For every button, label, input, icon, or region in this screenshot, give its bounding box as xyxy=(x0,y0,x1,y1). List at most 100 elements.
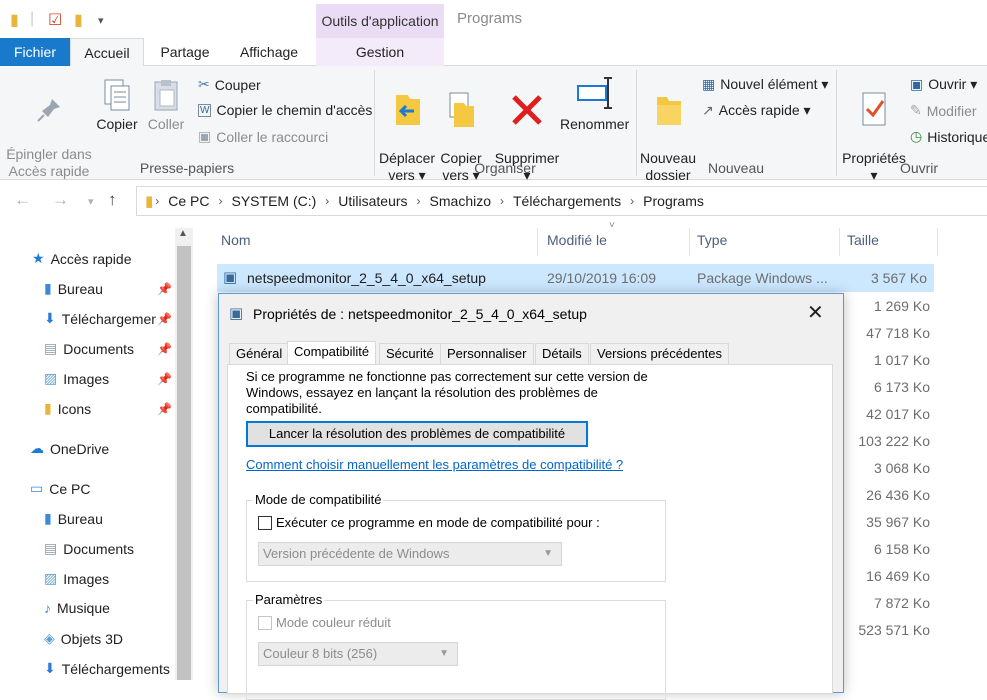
group-separator xyxy=(836,70,837,176)
copy-icon xyxy=(104,79,130,111)
history-button[interactable]: ◷ Historique xyxy=(910,128,987,145)
forward-arrow-icon[interactable]: → xyxy=(52,190,69,210)
column-divider[interactable] xyxy=(689,228,690,256)
chevron-right-icon[interactable]: › xyxy=(325,194,329,208)
cut-label: Couper xyxy=(214,76,261,93)
properties-quick-icon[interactable]: ☑ xyxy=(48,10,62,30)
new-item-button[interactable]: ▦ Nouvel élément ▾ xyxy=(702,76,828,93)
chevron-right-icon[interactable]: › xyxy=(630,194,634,208)
tab-securite[interactable]: Sécurité xyxy=(379,343,441,365)
copy-path-button[interactable]: W Copier le chemin d'accès xyxy=(198,102,372,118)
up-arrow-icon[interactable]: ↑ xyxy=(108,190,117,210)
customize-quick-access-icon[interactable]: ▾ xyxy=(98,14,104,27)
ribbon-tabs: Fichier Accueil Partage Affichage Gestio… xyxy=(0,38,987,67)
tab-gestion[interactable]: Gestion xyxy=(316,38,444,66)
tab-versions-precedentes[interactable]: Versions précédentes xyxy=(590,343,730,365)
reduced-color-checkbox[interactable]: Mode couleur réduit xyxy=(258,615,391,631)
nav-label: Objets 3D xyxy=(60,630,124,647)
copy-button[interactable]: Copier xyxy=(96,78,138,133)
move-to-icon xyxy=(396,95,420,125)
nav-scrollbar-thumb[interactable] xyxy=(177,246,191,680)
tab-compatibilite[interactable]: Compatibilité xyxy=(287,341,377,365)
history-icon: ◷ xyxy=(910,128,923,144)
nav-label: Images xyxy=(63,370,110,387)
troubleshoot-button[interactable]: Lancer la résolution des problèmes de co… xyxy=(246,421,588,447)
chevron-right-icon[interactable]: › xyxy=(417,194,421,208)
column-header-type[interactable]: Type xyxy=(697,232,727,248)
tab-personnaliser[interactable]: Personnaliser xyxy=(440,343,534,365)
compatibility-panel: Si ce programme ne fonctionne pas correc… xyxy=(227,364,833,700)
nav-pc-musique[interactable]: ♪ Musique xyxy=(44,600,110,616)
checkbox-box[interactable] xyxy=(258,516,272,530)
open-button[interactable]: ▣ Ouvrir ▾ xyxy=(910,76,977,93)
column-header-modified[interactable]: Modifié le xyxy=(547,232,607,248)
pin-icon: 📌 xyxy=(157,312,172,326)
scissors-icon: ✂ xyxy=(198,76,210,92)
tab-affichage[interactable]: Affichage xyxy=(226,38,312,66)
color-depth-select[interactable]: Couleur 8 bits (256) ▼ xyxy=(258,642,458,666)
dialog-title: Propriétés de : netspeedmonitor_2_5_4_0_… xyxy=(253,306,587,322)
nav-item-bureau[interactable]: ▮ Bureau xyxy=(44,280,103,297)
scroll-up-icon[interactable]: ▲ xyxy=(178,228,188,239)
column-header-name[interactable]: Nom xyxy=(221,232,251,248)
nav-item-documents[interactable]: ▤ Documents xyxy=(44,340,134,357)
windows-version-select[interactable]: Version précédente de Windows ▼ xyxy=(258,542,562,566)
ribbon: Épingler dans Accès rapide Copier Coller… xyxy=(0,66,987,183)
breadcrumb-programs[interactable]: Programs xyxy=(643,193,704,209)
file-size: 16 469 Ko xyxy=(866,568,930,584)
chevron-right-icon[interactable]: › xyxy=(155,194,159,208)
column-divider[interactable] xyxy=(537,228,538,256)
properties-icon xyxy=(862,92,886,126)
column-divider[interactable] xyxy=(839,228,840,256)
quick-access-button[interactable]: ↗ Accès rapide ▾ xyxy=(702,102,811,119)
breadcrumb-system[interactable]: SYSTEM (C:) xyxy=(232,193,317,209)
paste-shortcut-button[interactable]: ▣ Coller le raccourci xyxy=(198,128,328,145)
nav-pc-images[interactable]: ▨ Images xyxy=(44,570,109,587)
nav-label: Icons xyxy=(57,400,92,417)
back-arrow-icon[interactable]: ← xyxy=(14,190,31,210)
cut-button[interactable]: ✂ Couper xyxy=(198,76,261,93)
nav-item-icons[interactable]: ▮ Icons xyxy=(44,400,91,417)
nav-this-pc[interactable]: ▭ Ce PC xyxy=(30,480,90,497)
checkbox-box[interactable] xyxy=(258,616,272,630)
breadcrumb-smachizo[interactable]: Smachizo xyxy=(430,193,491,209)
column-header-size[interactable]: Taille xyxy=(847,232,879,248)
documents-folder-icon: ▤ xyxy=(44,340,58,356)
nav-pc-documents[interactable]: ▤ Documents xyxy=(44,540,134,557)
copy-to-icon xyxy=(449,92,474,127)
nav-label: OneDrive xyxy=(50,440,110,457)
tab-general[interactable]: Général xyxy=(229,343,290,365)
manual-settings-link[interactable]: Comment choisir manuellement les paramèt… xyxy=(246,457,623,472)
modify-label: Modifier xyxy=(926,102,977,119)
close-icon[interactable]: ✕ xyxy=(807,300,824,325)
breadcrumb-ce-pc[interactable]: Ce PC xyxy=(168,193,209,209)
new-folder-quick-icon[interactable]: ▮ xyxy=(74,10,83,30)
chevron-right-icon[interactable]: › xyxy=(219,194,223,208)
address-bar[interactable]: ▮ › Ce PC › SYSTEM (C:) › Utilisateurs ›… xyxy=(136,186,987,216)
tab-accueil[interactable]: Accueil xyxy=(70,38,144,67)
nav-pc-telechargements[interactable]: ⬇ Téléchargements xyxy=(44,660,175,677)
table-row-selected[interactable]: ▣ netspeedmonitor_2_5_4_0_x64_setup 29/1… xyxy=(217,264,934,292)
breadcrumb-telechargements[interactable]: Téléchargements xyxy=(513,193,621,209)
nav-item-telechargements[interactable]: ⬇ Téléchargements xyxy=(44,310,156,327)
tab-fichier[interactable]: Fichier xyxy=(0,38,70,66)
modify-button[interactable]: ✎ Modifier xyxy=(910,102,977,119)
nav-item-images[interactable]: ▨ Images xyxy=(44,370,109,387)
paste-button[interactable]: Coller xyxy=(146,78,186,133)
recent-chevron-down-icon[interactable]: ▾ xyxy=(88,195,94,208)
copy-label: Copier xyxy=(96,116,138,132)
file-type: Package Windows ... xyxy=(697,270,828,286)
new-item-icon: ▦ xyxy=(702,76,716,92)
nav-quick-access[interactable]: ★ Accès rapide xyxy=(32,250,132,267)
tab-partage[interactable]: Partage xyxy=(146,38,224,66)
breadcrumb-utilisateurs[interactable]: Utilisateurs xyxy=(338,193,407,209)
nav-pc-objets-3d[interactable]: ◈ Objets 3D xyxy=(44,630,123,647)
column-divider[interactable] xyxy=(937,228,938,256)
file-name: netspeedmonitor_2_5_4_0_x64_setup xyxy=(247,270,486,286)
rename-button[interactable]: Renommer xyxy=(560,74,629,133)
nav-pc-bureau[interactable]: ▮ Bureau xyxy=(44,510,103,527)
tab-details[interactable]: Détails xyxy=(535,343,589,365)
nav-onedrive[interactable]: ☁ OneDrive xyxy=(30,440,109,457)
compat-mode-checkbox[interactable]: Exécuter ce programme en mode de compati… xyxy=(258,515,600,531)
chevron-right-icon[interactable]: › xyxy=(500,194,504,208)
